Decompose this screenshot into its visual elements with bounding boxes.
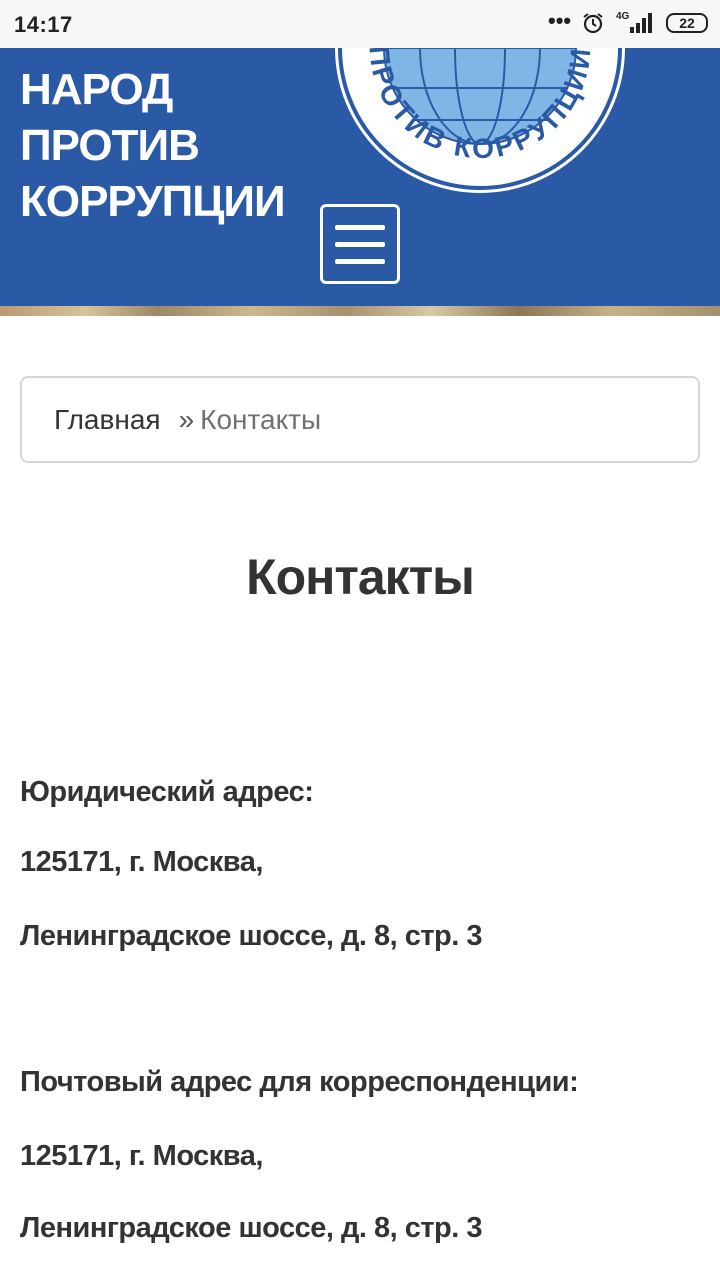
postal-address-label: Почтовый адрес для корреспонденции: [20, 1066, 579, 1098]
brand-line: НАРОД [20, 65, 173, 114]
battery-icon: 22 [666, 13, 708, 33]
menu-bar-icon [335, 225, 385, 230]
status-bar: 14:17 ••• 4G 22 [0, 0, 720, 48]
site-header: НАРОД ПРОТИВ КОРРУПЦИИ ПРОТИВ КОРРУПЦИИ [0, 48, 720, 306]
legal-address-label: Юридический адрес: [20, 776, 314, 808]
postal-address-street: Ленинградское шоссе, д. 8, стр. 3 [20, 1212, 483, 1244]
breadcrumb-separator: » [178, 403, 195, 435]
breadcrumb-current: Контакты [200, 403, 322, 435]
header-banner-image [0, 306, 720, 316]
globe-emblem-logo[interactable]: ПРОТИВ КОРРУПЦИИ [330, 48, 630, 198]
breadcrumb: Главная » Контакты [20, 376, 700, 463]
alarm-icon [582, 12, 604, 39]
more-notifications-icon: ••• [548, 8, 572, 33]
breadcrumb-home-link[interactable]: Главная [54, 404, 161, 436]
postal-address-city: 125171, г. Москва, [20, 1140, 263, 1172]
site-logo-text[interactable]: НАРОД ПРОТИВ КОРРУПЦИИ [20, 62, 286, 230]
status-time: 14:17 [14, 12, 73, 37]
brand-line: ПРОТИВ [20, 121, 200, 170]
legal-address-city: 125171, г. Москва, [20, 846, 263, 878]
signal-strength-icon [628, 12, 656, 39]
legal-address-street: Ленинградское шоссе, д. 8, стр. 3 [20, 920, 483, 952]
page-title: Контакты [246, 549, 475, 605]
hamburger-menu-button[interactable] [320, 204, 400, 284]
menu-bar-icon [335, 242, 385, 247]
menu-bar-icon [335, 259, 385, 264]
brand-line: КОРРУПЦИИ [20, 177, 286, 226]
